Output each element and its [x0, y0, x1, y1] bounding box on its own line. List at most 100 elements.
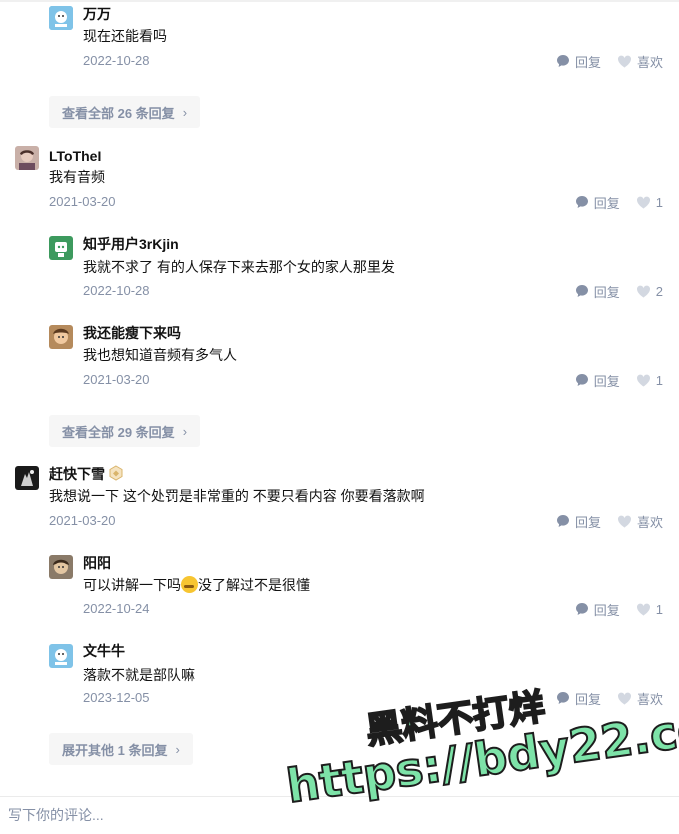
like-count: 2 — [655, 283, 663, 299]
avatar[interactable] — [49, 236, 73, 260]
comment-content-part: 没了解过不是很懂 — [198, 577, 310, 593]
like-button[interactable]: 1 — [636, 602, 663, 617]
comment-date: 2021-03-20 — [49, 513, 116, 528]
like-label: 喜欢 — [636, 514, 663, 530]
heart-icon — [636, 603, 650, 616]
comment-bubble-icon — [575, 374, 588, 386]
comment-content: 我有音频 — [49, 169, 105, 185]
comment-input[interactable] — [8, 807, 608, 823]
comment-author[interactable]: LToTheI — [49, 146, 101, 166]
comment-date: 2022-10-24 — [83, 601, 150, 616]
like-label: 喜欢 — [636, 54, 663, 70]
comment-date: 2021-03-20 — [49, 194, 116, 209]
view-all-replies-button[interactable]: 查看全部 29 条回复 › — [49, 415, 201, 447]
reply-button[interactable]: 回复 — [556, 512, 601, 531]
avatar[interactable] — [49, 6, 73, 30]
avatar[interactable] — [49, 644, 73, 668]
comment-item: 赶快下雪 我想说一下 这个处罚是非常重的 不要只看内容 你要看落款啊 2021-… — [0, 459, 679, 539]
reply-label: 回复 — [574, 54, 601, 70]
reply-button[interactable]: 回复 — [575, 371, 620, 390]
comment-bubble-icon — [556, 692, 569, 704]
comment-date: 2023-12-05 — [83, 690, 150, 705]
comment-content-part: 可以讲解一下吗 — [83, 577, 181, 593]
avatar[interactable] — [49, 325, 73, 349]
comment-item: 万万 现在还能看吗 2022-10-28 回复 喜欢 — [0, 0, 679, 80]
comment-date: 2022-10-28 — [83, 53, 150, 68]
like-count: 1 — [655, 601, 663, 617]
comment-author[interactable]: 文牛牛 — [83, 641, 125, 661]
like-button[interactable]: 1 — [636, 195, 663, 210]
comment-item: 阳阳 可以讲解一下吗 没了解过不是很懂 2022-10-24 回复 1 — [0, 548, 679, 628]
comment-date: 2021-03-20 — [83, 372, 150, 387]
view-all-replies-button[interactable]: 查看全部 26 条回复 › — [49, 96, 201, 128]
comment-bubble-icon — [575, 196, 588, 208]
like-button[interactable]: 喜欢 — [617, 689, 663, 708]
comment-content: 我也想知道音频有多气人 — [83, 347, 237, 363]
like-button[interactable]: 喜欢 — [617, 52, 663, 71]
comment-content: 现在还能看吗 — [83, 28, 167, 44]
laugh-emoji-icon — [181, 576, 198, 593]
comment-content: 我想说一下 这个处罚是非常重的 不要只看内容 你要看落款啊 — [49, 488, 425, 504]
reply-button[interactable]: 回复 — [575, 193, 620, 212]
comment-actions: 回复 1 — [575, 192, 663, 212]
comment-actions: 回复 喜欢 — [556, 51, 663, 71]
avatar[interactable] — [49, 555, 73, 579]
comment-bubble-icon — [575, 285, 588, 297]
reply-label: 回复 — [574, 691, 601, 707]
like-count: 1 — [655, 372, 663, 388]
view-all-replies-label: 查看全部 29 条回复 — [62, 424, 175, 440]
like-count: 1 — [655, 194, 663, 210]
expand-replies-label: 展开其他 1 条回复 — [62, 742, 168, 758]
creator-badge-icon — [108, 465, 124, 486]
comment-item: 我还能瘦下来吗 我也想知道音频有多气人 2021-03-20 回复 1 — [0, 318, 679, 398]
reply-button[interactable]: 回复 — [556, 52, 601, 71]
reply-label: 回复 — [593, 284, 620, 300]
reply-button[interactable]: 回复 — [575, 282, 620, 301]
chevron-right-icon: › — [182, 423, 188, 439]
reply-label: 回复 — [574, 514, 601, 530]
like-button[interactable]: 2 — [636, 284, 663, 299]
comment-content: 我就不求了 有的人保存下来去那个女的家人那里发 — [83, 259, 395, 275]
reply-button[interactable]: 回复 — [575, 600, 620, 619]
comment-author-name: 赶快下雪 — [49, 466, 105, 482]
comment-actions: 回复 1 — [575, 599, 663, 619]
avatar[interactable] — [15, 146, 39, 170]
expand-replies-button[interactable]: 展开其他 1 条回复 › — [49, 733, 193, 765]
comment-date: 2022-10-28 — [83, 283, 150, 298]
heart-icon — [636, 285, 650, 298]
reply-label: 回复 — [593, 373, 620, 389]
reply-label: 回复 — [593, 195, 620, 211]
comment-item: LToTheI 我有音频 2021-03-20 回复 1 — [0, 140, 679, 220]
comment-actions: 回复 喜欢 — [556, 511, 663, 531]
heart-icon — [636, 374, 650, 387]
comment-input-bar — [0, 796, 679, 834]
like-label: 喜欢 — [636, 691, 663, 707]
comment-content: 落款不就是部队嘛 — [83, 667, 195, 683]
heart-icon — [617, 515, 631, 528]
comment-content: 可以讲解一下吗 没了解过不是很懂 — [83, 575, 310, 595]
comment-author[interactable]: 阳阳 — [83, 553, 111, 573]
comment-bubble-icon — [575, 603, 588, 615]
comment-author[interactable]: 赶快下雪 — [49, 464, 124, 486]
comment-author[interactable]: 知乎用户3rKjin — [83, 234, 179, 254]
like-button[interactable]: 喜欢 — [617, 512, 663, 531]
like-button[interactable]: 1 — [636, 373, 663, 388]
reply-button[interactable]: 回复 — [556, 689, 601, 708]
comment-bubble-icon — [556, 515, 569, 527]
chevron-right-icon: › — [182, 104, 188, 120]
comment-actions: 回复 喜欢 — [556, 688, 663, 708]
reply-label: 回复 — [593, 602, 620, 618]
comment-author[interactable]: 万万 — [83, 4, 111, 24]
chevron-right-icon: › — [175, 741, 180, 757]
view-all-replies-label: 查看全部 26 条回复 — [62, 105, 175, 121]
heart-icon — [617, 55, 631, 68]
comment-item: 知乎用户3rKjin 我就不求了 有的人保存下来去那个女的家人那里发 2022-… — [0, 229, 679, 309]
heart-icon — [617, 692, 631, 705]
comment-author[interactable]: 我还能瘦下来吗 — [83, 323, 181, 343]
heart-icon — [636, 196, 650, 209]
comment-actions: 回复 1 — [575, 370, 663, 390]
comment-bubble-icon — [556, 55, 569, 67]
comment-actions: 回复 2 — [575, 281, 663, 301]
comment-item: 文牛牛 落款不就是部队嘛 2023-12-05 回复 喜欢 — [0, 637, 679, 717]
avatar[interactable] — [15, 466, 39, 490]
